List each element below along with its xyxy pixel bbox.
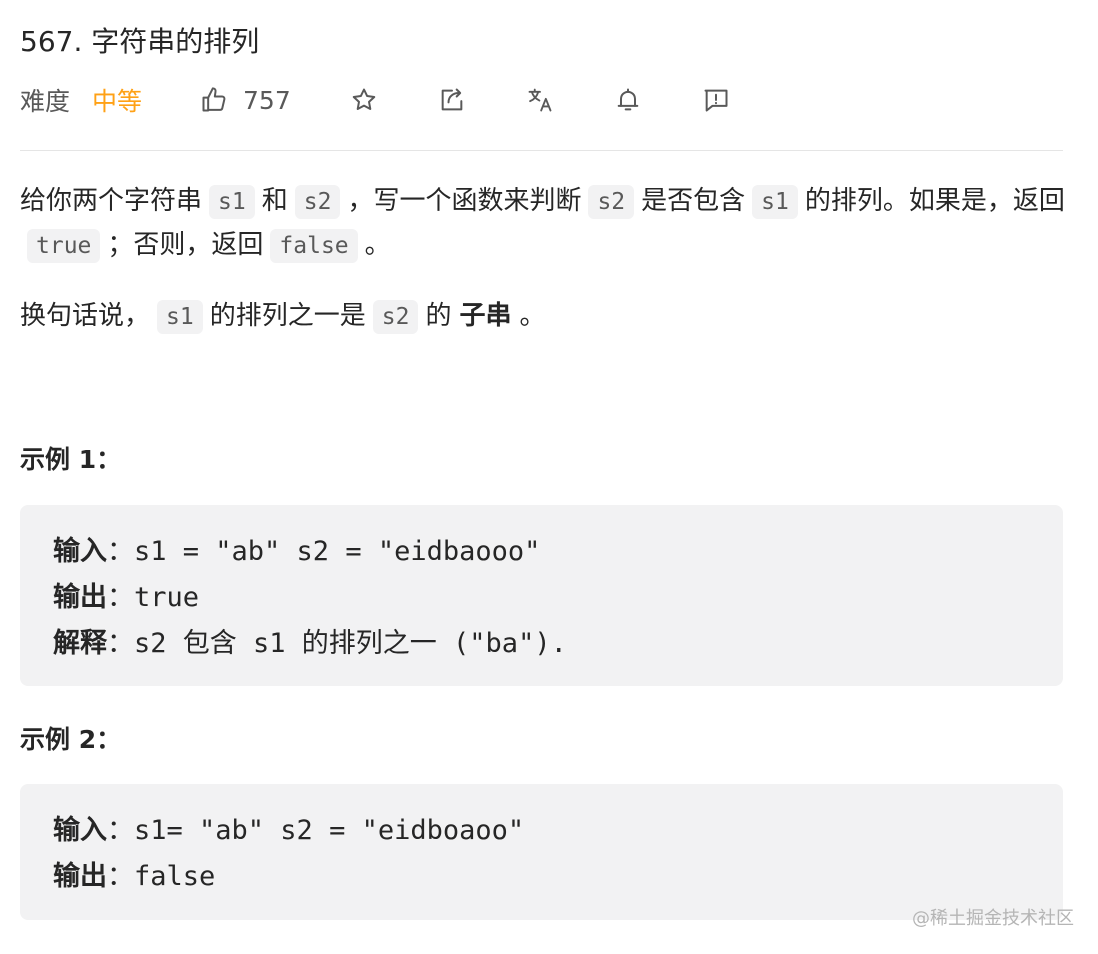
watermark: @稀土掘金技术社区 — [912, 908, 1074, 929]
output-value: false — [134, 861, 216, 892]
thumbs-up-icon — [199, 85, 229, 115]
inline-code: true — [27, 229, 101, 263]
inline-code: s2 — [294, 185, 341, 219]
difficulty-value: 中等 — [92, 87, 143, 116]
example-1-block: 输入：s1 = "ab" s2 = "eidbaooo" 输出：true 解释：… — [20, 505, 1063, 686]
description-paragraph-2: 换句话说， s1 的排列之一是 s2 的子串。 — [20, 295, 1070, 339]
text: ，写一个函数来判断 — [347, 186, 582, 216]
output-label: 输出 — [53, 861, 107, 892]
inline-code: s2 — [588, 185, 635, 219]
difficulty-label: 难度 — [20, 87, 71, 116]
bell-icon[interactable] — [613, 85, 643, 115]
description-paragraph-1: 给你两个字符串 s1 和 s2 ，写一个函数来判断 s2 是否包含 s1 的排列。如果是，返回t… — [20, 180, 1070, 268]
output-label: 输出 — [53, 582, 107, 613]
inline-code: s1 — [752, 185, 798, 219]
output-value: true — [134, 582, 200, 613]
explain-value: s2 包含 s1 的排列之一 ("ba"). — [134, 628, 567, 659]
input-value: s1 = "ab" s2 = "eidbaooo" — [134, 536, 541, 567]
colon: ： — [107, 536, 134, 567]
text: 换句话说， — [20, 301, 151, 331]
text: 给你两个字符串 — [20, 186, 203, 216]
problem-meta-bar: 难度 中等 757 — [20, 82, 731, 118]
inline-code: s2 — [372, 300, 419, 334]
inline-code: s1 — [209, 185, 255, 219]
text: 的排列。如果是，返回 — [804, 186, 1065, 216]
text: 的排列之一是 — [209, 301, 366, 331]
input-value: s1= "ab" s2 = "eidboaoo" — [134, 815, 525, 846]
explain-label: 解释 — [53, 628, 107, 659]
text: 是否包含 — [641, 186, 746, 216]
text: ；否则，返回 — [107, 230, 264, 260]
example-2-title: 示例 2： — [20, 725, 122, 754]
inline-code: false — [270, 229, 358, 263]
text: 的 — [425, 301, 452, 331]
example-2-input-line: 输入：s1= "ab" s2 = "eidboaoo" — [53, 808, 1030, 854]
example-1-title: 示例 1： — [20, 445, 122, 474]
input-label: 输入 — [53, 815, 107, 846]
feedback-icon[interactable] — [701, 85, 731, 115]
like-count: 757 — [243, 85, 291, 115]
text: 。 — [364, 230, 391, 260]
example-1-input-line: 输入：s1 = "ab" s2 = "eidbaooo" — [53, 529, 1030, 575]
colon: ： — [107, 861, 134, 892]
share-icon[interactable] — [437, 85, 467, 115]
input-label: 输入 — [53, 536, 107, 567]
text: 。 — [519, 301, 546, 331]
example-2-block: 输入：s1= "ab" s2 = "eidboaoo" 输出：false — [20, 784, 1063, 920]
colon: ： — [107, 582, 134, 613]
problem-title: 567. 字符串的排列 — [20, 25, 260, 58]
example-2-output-line: 输出：false — [53, 854, 1030, 900]
inline-code: s1 — [157, 300, 203, 334]
colon: ： — [107, 815, 134, 846]
text: 和 — [261, 186, 288, 216]
colon: ： — [107, 628, 134, 659]
example-1-output-line: 输出：true — [53, 575, 1030, 621]
divider — [20, 150, 1063, 151]
example-1-explain-line: 解释：s2 包含 s1 的排列之一 ("ba"). — [53, 621, 1030, 667]
star-icon[interactable] — [349, 85, 379, 115]
translate-icon[interactable] — [525, 85, 555, 115]
emphasis-substring: 子串 — [459, 301, 512, 331]
like-button[interactable]: 757 — [199, 85, 291, 115]
